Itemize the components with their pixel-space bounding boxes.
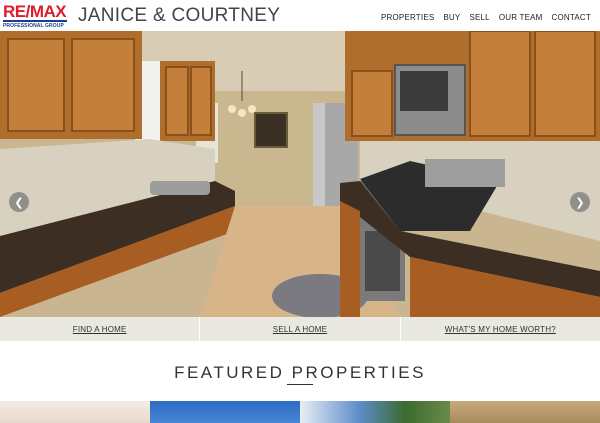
logo-subtitle: PROFESSIONAL GROUP	[3, 23, 64, 29]
site-header: RE / MAX PROFESSIONAL GROUP JANICE & COURT…	[0, 0, 600, 31]
slider-prev-button[interactable]: ❮	[9, 192, 29, 212]
kitchen-photo	[0, 31, 600, 317]
title-underline	[287, 384, 313, 385]
home-worth-link[interactable]: WHAT'S MY HOME WORTH?	[401, 317, 600, 341]
find-a-home-link[interactable]: FIND A HOME	[0, 317, 201, 341]
property-thumbnail[interactable]	[0, 401, 150, 423]
quick-links-bar: FIND A HOME SELL A HOME WHAT'S MY HOME W…	[0, 317, 600, 341]
chevron-right-icon: ❯	[575, 196, 585, 209]
nav-buy[interactable]: BUY	[443, 13, 460, 22]
brand-name[interactable]: JANICE & COURTNEY	[78, 5, 280, 27]
logo-mark: RE / MAX	[3, 3, 67, 20]
logo-re: RE	[3, 2, 26, 21]
property-thumbnail[interactable]	[450, 401, 600, 423]
main-nav: PROPERTIES BUY SELL OUR TEAM CONTACT	[381, 13, 591, 22]
property-thumbnail[interactable]	[150, 401, 300, 423]
nav-our-team[interactable]: OUR TEAM	[499, 13, 543, 22]
nav-sell[interactable]: SELL	[469, 13, 489, 22]
remax-logo[interactable]: RE / MAX PROFESSIONAL GROUP	[3, 3, 67, 29]
featured-properties-title: FEATURED PROPERTIES	[174, 363, 426, 382]
hero-slider: ❮ ❯	[0, 31, 600, 317]
nav-properties[interactable]: PROPERTIES	[381, 13, 434, 22]
property-thumbnail[interactable]	[300, 401, 450, 423]
nav-contact[interactable]: CONTACT	[552, 13, 591, 22]
featured-thumbnails	[0, 401, 600, 423]
slider-next-button[interactable]: ❯	[570, 192, 590, 212]
sell-a-home-link[interactable]: SELL A HOME	[200, 317, 401, 341]
logo-max: MAX	[29, 2, 67, 21]
chevron-left-icon: ❮	[14, 196, 24, 209]
